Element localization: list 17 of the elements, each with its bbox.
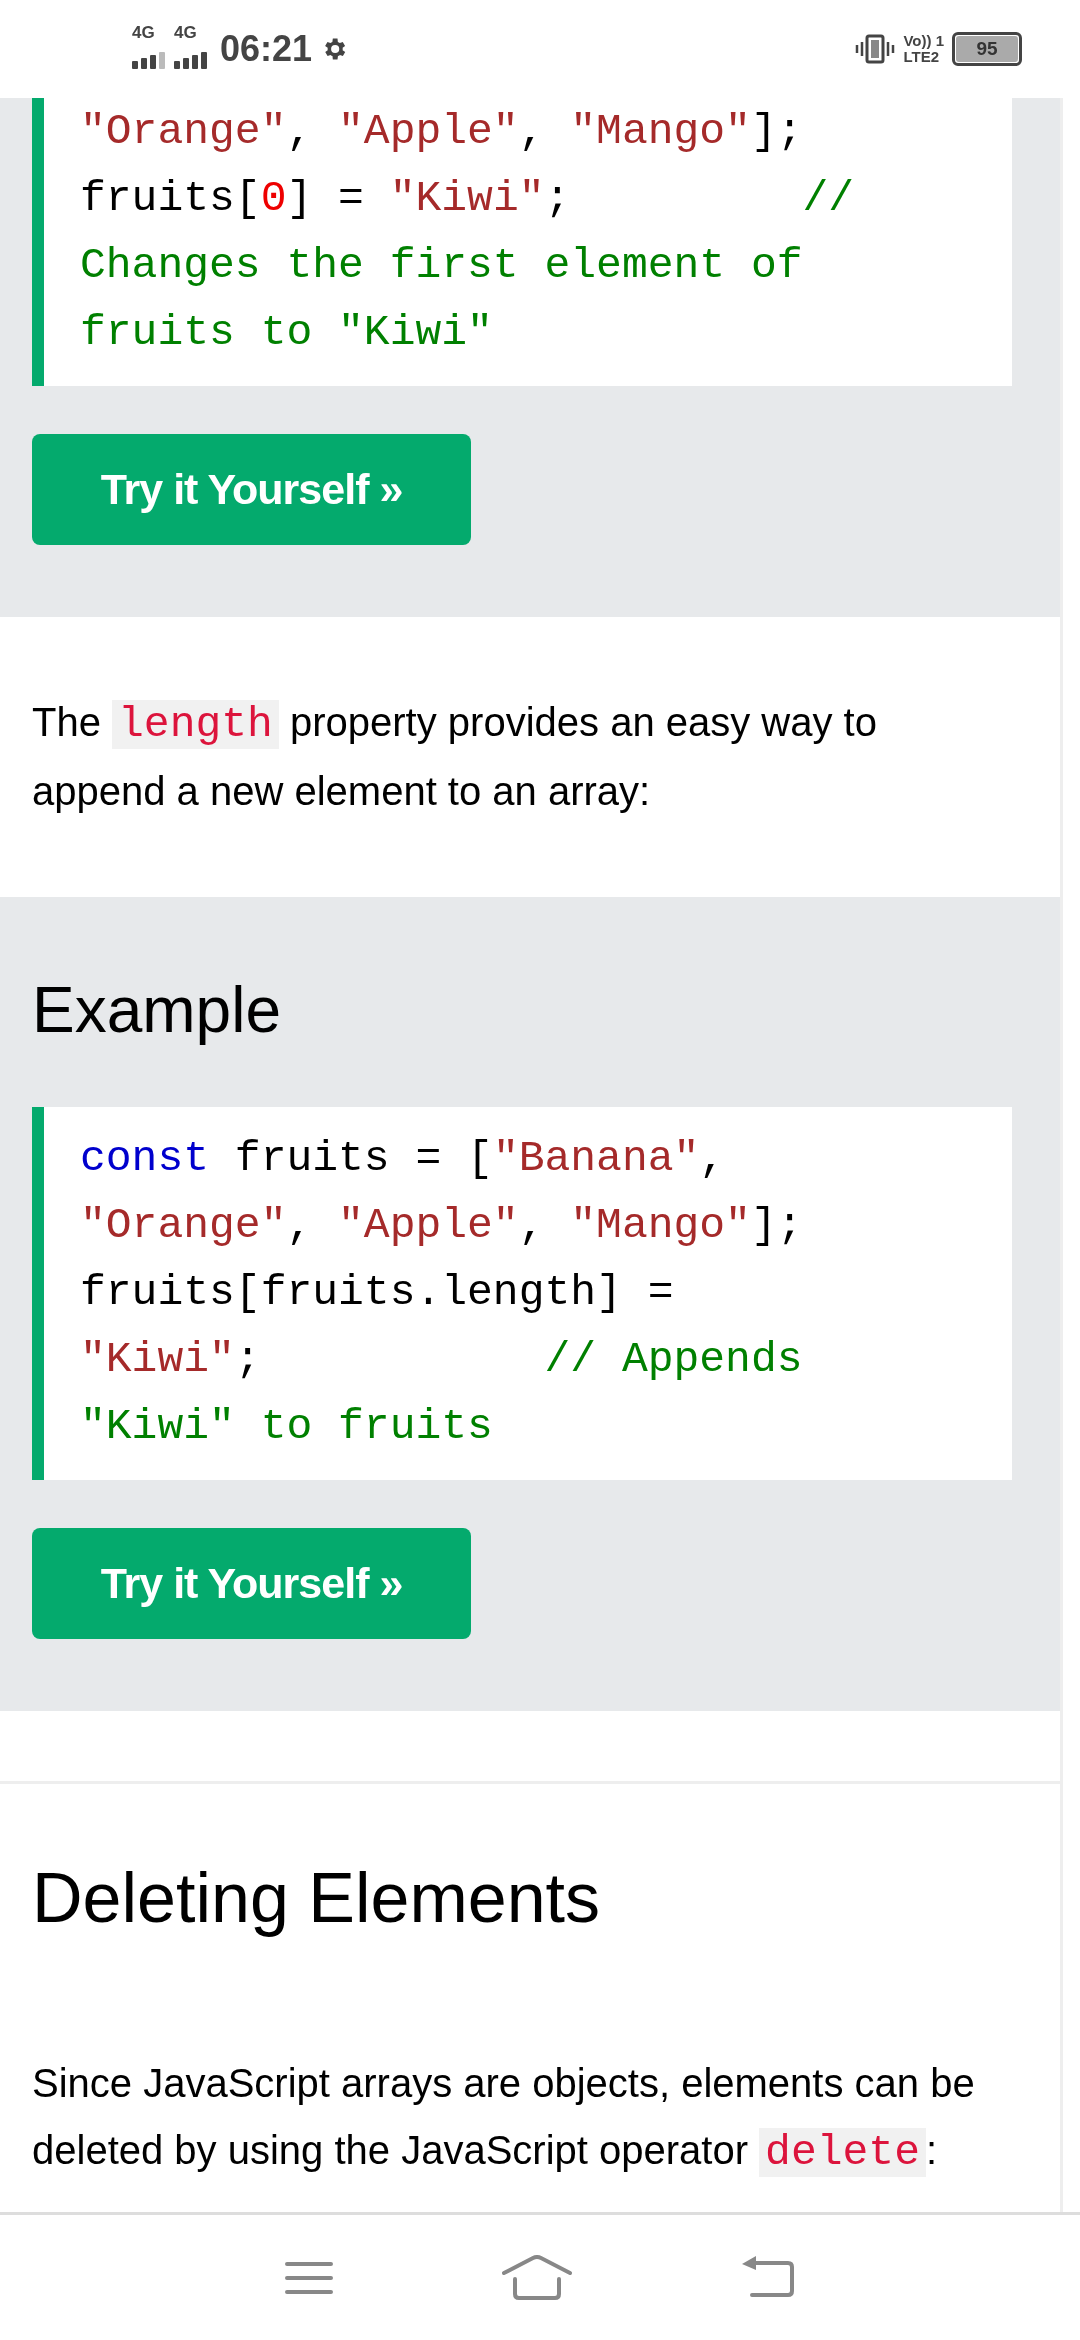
signal-icon bbox=[174, 49, 208, 69]
try-it-yourself-button[interactable]: Try it Yourself » bbox=[32, 434, 471, 545]
paragraph: The length property provides an easy way to append a new element to an array: bbox=[31, 699, 878, 815]
signal-icon bbox=[132, 49, 166, 69]
battery-icon: 95 bbox=[952, 32, 1022, 66]
vibrate-icon bbox=[855, 33, 896, 65]
example-heading: Example bbox=[32, 973, 282, 1047]
code-block: "Orange", "Apple", "Mango"]; fruits[0] = "Kiwi"; // Changes the first element of fruits to "Kiwi" bbox=[32, 98, 1012, 386]
network-type-label: 4G bbox=[174, 23, 197, 43]
section-heading: Deleting Elements bbox=[0, 1781, 1060, 1978]
volte-indicator: Vo)) 1 LTE2 bbox=[903, 33, 944, 65]
home-icon[interactable] bbox=[501, 2254, 573, 2301]
clock-time: 06:21 bbox=[220, 28, 313, 70]
try-it-yourself-button[interactable]: Try it Yourself » bbox=[32, 1528, 471, 1639]
code-block: const fruits = ["Banana", "Orange", "Apple", "Mango"]; fruits[fruits.length] = "Kiwi"; // Appends "Kiwi" to fruits bbox=[32, 1107, 1012, 1480]
network-type-label: 4G bbox=[132, 23, 155, 43]
paragraph: Since JavaScript arrays are objects, elements can be deleted by using the JavaScript operator delete: bbox=[31, 2060, 976, 2179]
